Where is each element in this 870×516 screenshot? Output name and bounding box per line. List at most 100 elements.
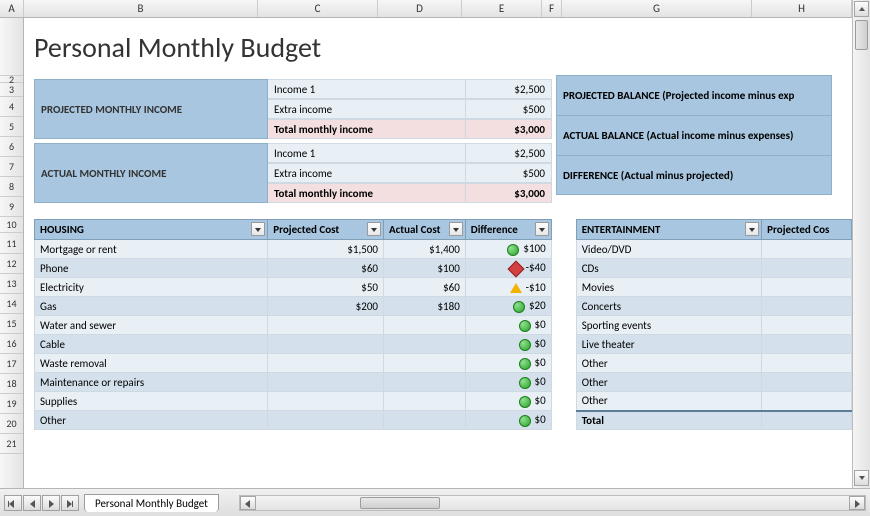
cell-projected[interactable] xyxy=(762,392,852,411)
filter-icon[interactable] xyxy=(745,222,759,236)
cell-actual[interactable]: $60 xyxy=(383,278,465,297)
cell-actual[interactable] xyxy=(383,411,465,430)
cell-projected[interactable] xyxy=(762,259,852,278)
first-sheet-button[interactable] xyxy=(4,495,22,511)
table-row[interactable]: Maintenance or repairs$0 xyxy=(35,373,552,392)
filter-icon[interactable] xyxy=(449,222,463,236)
row-header[interactable]: 14 xyxy=(0,294,23,314)
row-header[interactable]: 17 xyxy=(0,354,23,374)
cell-actual[interactable] xyxy=(383,335,465,354)
table-row[interactable]: CDs xyxy=(576,259,851,278)
cell-projected[interactable] xyxy=(762,240,852,259)
row-header[interactable] xyxy=(0,18,23,76)
col-header[interactable]: F xyxy=(542,0,562,17)
cell-projected[interactable] xyxy=(762,354,852,373)
col-difference[interactable]: Difference xyxy=(465,220,551,240)
table-row[interactable]: Movies xyxy=(576,278,851,297)
row-header[interactable]: 10 xyxy=(0,217,23,233)
cell-projected[interactable] xyxy=(762,373,852,392)
cell-projected[interactable]: $50 xyxy=(268,278,384,297)
col-header[interactable]: D xyxy=(378,0,462,17)
row-header[interactable]: 20 xyxy=(0,414,23,434)
row-header[interactable]: 5 xyxy=(0,117,23,137)
row-header[interactable]: 3 xyxy=(0,83,23,97)
scroll-right-button[interactable] xyxy=(849,496,865,510)
table-row[interactable]: Other xyxy=(576,373,851,392)
table-row[interactable]: Other$0 xyxy=(35,411,552,430)
cell-actual[interactable]: $100 xyxy=(383,259,465,278)
scroll-thumb[interactable] xyxy=(855,20,868,50)
horizontal-scrollbar[interactable] xyxy=(239,495,866,511)
table-row[interactable]: Mortgage or rent$1,500$1,400$100 xyxy=(35,240,552,259)
cell-projected[interactable] xyxy=(762,316,852,335)
col-actual[interactable]: Actual Cost xyxy=(383,220,465,240)
cell-actual[interactable] xyxy=(383,354,465,373)
hscroll-thumb[interactable] xyxy=(360,497,440,509)
cell-projected[interactable] xyxy=(268,373,384,392)
table-row[interactable]: Other xyxy=(576,392,851,411)
cell-projected[interactable] xyxy=(268,354,384,373)
filter-icon[interactable] xyxy=(535,222,549,236)
filter-icon[interactable] xyxy=(251,222,265,236)
entertainment-header[interactable]: ENTERTAINMENT xyxy=(576,220,761,240)
prev-sheet-button[interactable] xyxy=(23,495,41,511)
table-row[interactable]: Phone$60$100-$40 xyxy=(35,259,552,278)
row-header[interactable]: 13 xyxy=(0,274,23,294)
cell-actual[interactable]: $180 xyxy=(383,297,465,316)
scroll-down-button[interactable] xyxy=(854,470,869,486)
vertical-scrollbar[interactable] xyxy=(852,0,870,488)
scroll-up-button[interactable] xyxy=(854,1,869,17)
cell-actual[interactable] xyxy=(383,316,465,335)
cell-projected[interactable]: $200 xyxy=(268,297,384,316)
table-row[interactable]: Other xyxy=(576,354,851,373)
cell-projected[interactable] xyxy=(762,278,852,297)
filter-icon[interactable] xyxy=(367,222,381,236)
row-header[interactable]: 8 xyxy=(0,177,23,197)
cell-actual[interactable] xyxy=(383,373,465,392)
cell-projected[interactable] xyxy=(268,411,384,430)
table-row[interactable]: Sporting events xyxy=(576,316,851,335)
row-header[interactable]: 4 xyxy=(0,97,23,117)
col-header[interactable]: B xyxy=(24,0,258,17)
row-header[interactable]: 6 xyxy=(0,137,23,157)
row-header[interactable]: 19 xyxy=(0,394,23,414)
table-row[interactable]: Waste removal$0 xyxy=(35,354,552,373)
row-header[interactable]: 16 xyxy=(0,334,23,354)
table-row[interactable]: Water and sewer$0 xyxy=(35,316,552,335)
cell-projected[interactable] xyxy=(762,335,852,354)
table-row[interactable]: Live theater xyxy=(576,335,851,354)
table-row[interactable]: Gas$200$180$20 xyxy=(35,297,552,316)
next-sheet-button[interactable] xyxy=(42,495,60,511)
cell-projected[interactable] xyxy=(268,335,384,354)
row-header[interactable]: 12 xyxy=(0,254,23,274)
table-row[interactable]: Video/DVD xyxy=(576,240,851,259)
row-header[interactable]: 18 xyxy=(0,374,23,394)
sheet-tab[interactable]: Personal Monthly Budget xyxy=(84,494,219,512)
col-header[interactable]: E xyxy=(462,0,542,17)
row-header[interactable]: 9 xyxy=(0,197,23,217)
col-header[interactable]: G xyxy=(562,0,752,17)
cell-actual[interactable] xyxy=(383,392,465,411)
cell-projected[interactable] xyxy=(268,392,384,411)
table-row[interactable]: Supplies$0 xyxy=(35,392,552,411)
cell-projected[interactable] xyxy=(762,297,852,316)
table-row[interactable]: Cable$0 xyxy=(35,335,552,354)
cell-projected[interactable] xyxy=(268,316,384,335)
row-header[interactable]: 15 xyxy=(0,314,23,334)
cell-actual[interactable]: $1,400 xyxy=(383,240,465,259)
row-header[interactable]: 21 xyxy=(0,434,23,454)
col-header[interactable]: A xyxy=(0,0,24,17)
col-header[interactable]: C xyxy=(258,0,378,17)
col-projected[interactable]: Projected Cost xyxy=(268,220,384,240)
col-header[interactable]: H xyxy=(752,0,852,17)
cell-projected[interactable]: $60 xyxy=(268,259,384,278)
last-sheet-button[interactable] xyxy=(61,495,79,511)
housing-header[interactable]: HOUSING xyxy=(35,220,268,240)
sheet-content[interactable]: Personal Monthly Budget PROJECTED MONTHL… xyxy=(24,18,852,488)
row-header[interactable]: 7 xyxy=(0,157,23,177)
table-row[interactable]: Electricity$50$60-$10 xyxy=(35,278,552,297)
row-header[interactable]: 2 xyxy=(0,76,23,83)
col-projected-2[interactable]: Projected Cos xyxy=(762,220,852,240)
table-row[interactable]: Concerts xyxy=(576,297,851,316)
cell-projected[interactable]: $1,500 xyxy=(268,240,384,259)
